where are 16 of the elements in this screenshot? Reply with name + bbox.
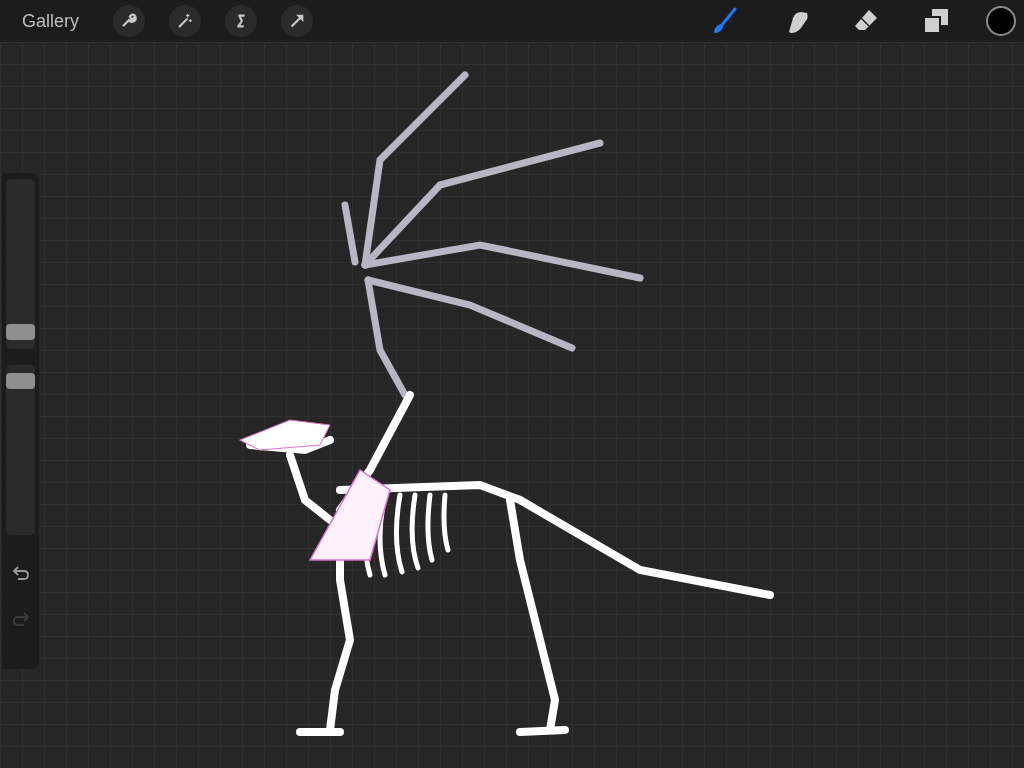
drawing-canvas[interactable]: [0, 42, 1024, 768]
magic-wand-icon: [176, 12, 194, 30]
redo-icon: [11, 609, 30, 627]
selection-button[interactable]: [225, 5, 257, 37]
layers-icon: [923, 8, 949, 34]
slider-thumb[interactable]: [6, 372, 35, 389]
gallery-button[interactable]: Gallery: [12, 7, 89, 35]
opacity-slider[interactable]: [6, 365, 35, 535]
arrow-cursor-button[interactable]: [281, 5, 313, 37]
slider-thumb[interactable]: [6, 323, 35, 340]
undo-icon: [11, 563, 30, 581]
brush-size-slider[interactable]: [6, 179, 35, 349]
arrow-cursor-icon: [288, 12, 306, 30]
color-swatch[interactable]: [986, 6, 1016, 36]
magic-wand-button[interactable]: [169, 5, 201, 37]
wrench-button[interactable]: [113, 5, 145, 37]
